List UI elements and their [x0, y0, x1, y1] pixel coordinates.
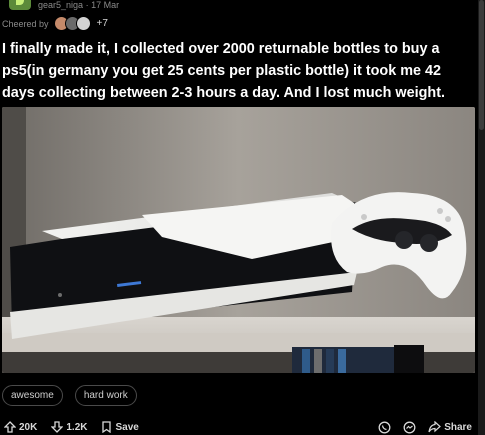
cheered-label: Cheered by: [2, 18, 49, 29]
share-group: Share: [378, 421, 472, 434]
tag-awesome[interactable]: awesome: [2, 385, 63, 406]
save-button[interactable]: Save: [101, 421, 139, 433]
downvote-button[interactable]: 1.2K: [51, 421, 87, 433]
author-name[interactable]: gear5_niga: [38, 0, 83, 10]
share-icon: [428, 421, 442, 433]
author-avatar[interactable]: [9, 0, 31, 10]
arrow-down-icon: [51, 421, 64, 433]
leaf-icon: [16, 0, 24, 5]
messenger-icon[interactable]: [403, 421, 416, 434]
share-button[interactable]: Share: [428, 421, 472, 433]
save-label: Save: [115, 421, 139, 433]
post-image[interactable]: [2, 107, 475, 373]
cheered-by[interactable]: Cheered by +7: [2, 16, 108, 31]
post-card: gear5_niga · 17 Mar Cheered by +7 I fina…: [0, 0, 478, 435]
tag-hard-work[interactable]: hard work: [74, 385, 137, 406]
downvote-count: 1.2K: [66, 421, 88, 433]
whatsapp-icon[interactable]: [378, 421, 391, 434]
upvote-count: 20K: [19, 421, 38, 433]
scrollbar[interactable]: [478, 0, 485, 435]
avatar: [75, 16, 91, 31]
arrow-up-icon: [4, 421, 16, 433]
action-bar: 20K 1.2K Save Share: [4, 419, 472, 435]
meta-separator: ·: [85, 0, 89, 10]
post-header: gear5_niga · 17 Mar Cheered by +7: [0, 0, 470, 34]
cheer-avatars: [53, 16, 91, 31]
post-meta: gear5_niga · 17 Mar: [38, 0, 119, 10]
post-title[interactable]: I finally made it, I collected over 2000…: [2, 38, 472, 104]
post-date: 17 Mar: [91, 0, 120, 10]
ps5-photo-illustration: [2, 107, 475, 373]
scrollbar-thumb[interactable]: [479, 0, 484, 130]
bookmark-icon: [102, 421, 112, 433]
upvote-button[interactable]: 20K: [4, 421, 37, 433]
share-label: Share: [444, 421, 472, 433]
post-tags: awesome hard work: [2, 385, 137, 406]
cheered-more-count: +7: [96, 18, 108, 29]
